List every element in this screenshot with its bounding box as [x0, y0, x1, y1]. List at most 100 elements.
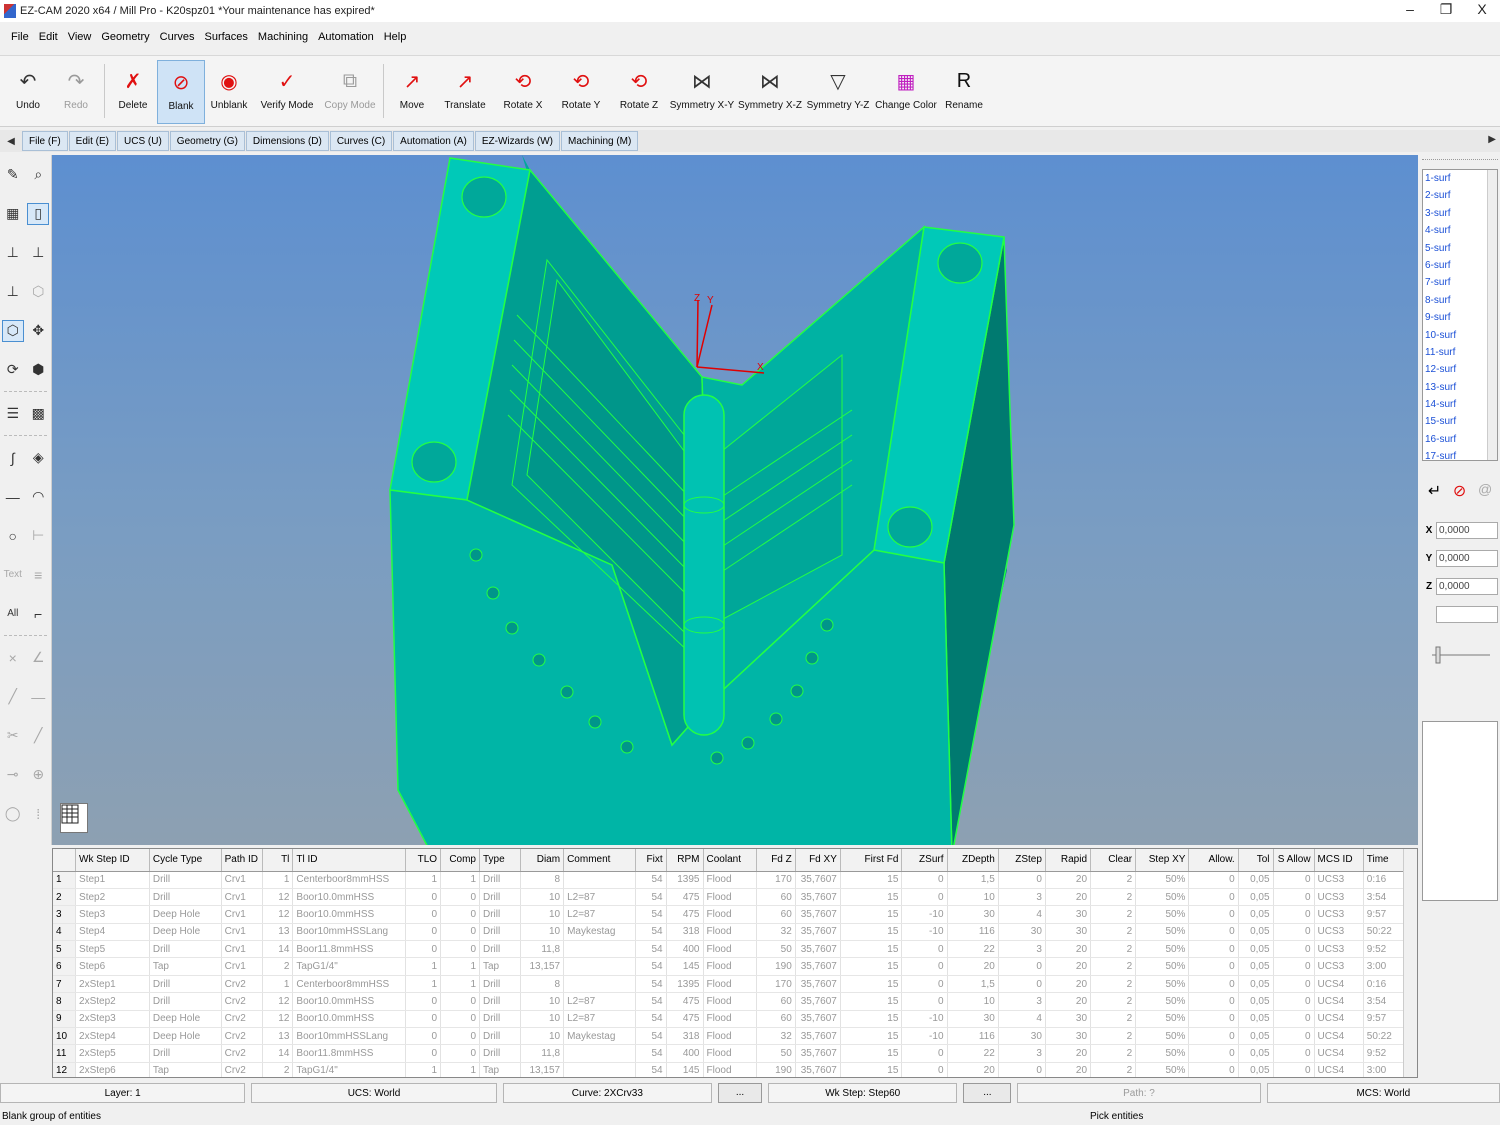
table-cell[interactable]: 50%: [1135, 1044, 1190, 1063]
column-header[interactable]: Diam: [520, 849, 565, 872]
ellipse-icon[interactable]: ◯: [2, 803, 24, 825]
table-cell[interactable]: 22: [947, 940, 999, 959]
extend-icon[interactable]: ╱: [27, 725, 49, 747]
table-cell[interactable]: 2: [1090, 1044, 1137, 1063]
table-cell[interactable]: Drill: [479, 1010, 522, 1029]
table-cell[interactable]: Boor10mmHSSLang: [292, 923, 407, 942]
view-axis-left-icon[interactable]: ⊥: [2, 242, 24, 264]
table-cell[interactable]: 35,7607: [795, 1010, 841, 1029]
blank-button[interactable]: ⊘ Blank: [157, 60, 205, 124]
tab-dimensions[interactable]: Dimensions (D): [245, 131, 329, 151]
table-cell[interactable]: 0: [901, 992, 948, 1011]
table-cell[interactable]: 2: [1090, 992, 1137, 1011]
table-cell[interactable]: 475: [666, 888, 704, 907]
table-cell[interactable]: [563, 975, 636, 994]
trim-icon[interactable]: ✂: [2, 725, 24, 747]
table-cell[interactable]: 0: [1273, 905, 1315, 924]
table-cell[interactable]: 0: [405, 1027, 442, 1046]
table-cell[interactable]: Drill: [479, 905, 522, 924]
table-cell[interactable]: Boor11.8mmHSS: [292, 1044, 407, 1063]
symmetry-y-z-button[interactable]: ▽ Symmetry Y-Z: [804, 60, 872, 124]
table-cell[interactable]: 8: [520, 975, 565, 994]
table-cell[interactable]: 4: [998, 1010, 1046, 1029]
surface-list-item[interactable]: 1-surf: [1423, 170, 1497, 187]
table-cell[interactable]: 0: [405, 1044, 442, 1063]
table-cell[interactable]: 54: [635, 940, 667, 959]
table-cell[interactable]: 0,05: [1238, 1010, 1274, 1029]
3d-viewport[interactable]: X Z Y: [52, 155, 1418, 845]
menu-edit[interactable]: Edit: [34, 28, 63, 48]
table-cell[interactable]: 0: [1188, 905, 1239, 924]
table-row[interactable]: 10 2xStep4 Deep Hole Crv2 13 Boor10mmHSSLang 0…: [53, 1027, 1406, 1046]
symmetry-x-z-button[interactable]: ⋈ Symmetry X-Z: [736, 60, 804, 124]
spline-icon[interactable]: ∫: [2, 447, 24, 469]
table-cell[interactable]: Crv1: [221, 923, 263, 942]
table-cell[interactable]: 54: [635, 1062, 667, 1077]
table-cell[interactable]: [563, 940, 636, 959]
row-number[interactable]: 6: [53, 957, 77, 976]
table-cell[interactable]: 0: [440, 1044, 480, 1063]
column-header[interactable]: Comment: [563, 849, 636, 872]
table-cell[interactable]: Flood: [703, 923, 757, 942]
table-cell[interactable]: 2: [1090, 1027, 1137, 1046]
table-cell[interactable]: 1395: [666, 975, 704, 994]
table-cell[interactable]: 54: [635, 905, 667, 924]
table-cell[interactable]: 54: [635, 1027, 667, 1046]
table-cell[interactable]: Tap: [149, 1062, 222, 1077]
tab-machining[interactable]: Machining (M): [560, 131, 639, 151]
table-cell[interactable]: 15: [840, 975, 903, 994]
path-status[interactable]: Path: ?: [1017, 1083, 1261, 1103]
surface-list-item[interactable]: 8-surf: [1423, 292, 1497, 309]
table-cell[interactable]: Flood: [703, 975, 757, 994]
table-cell[interactable]: 54: [635, 992, 667, 1011]
isometric-cube-icon[interactable]: ⬡: [1, 319, 24, 342]
table-cell[interactable]: 190: [756, 1062, 796, 1077]
table-cell[interactable]: 30: [1045, 905, 1092, 924]
table-cell[interactable]: 0,05: [1238, 957, 1274, 976]
table-cell[interactable]: 3:00: [1363, 957, 1406, 976]
table-cell[interactable]: 0:16: [1363, 975, 1406, 994]
color-grid-icon[interactable]: ▩: [27, 403, 49, 425]
table-cell[interactable]: UCS4: [1314, 992, 1364, 1011]
table-cell[interactable]: TapG1/4": [292, 1062, 407, 1077]
table-cell[interactable]: 10: [520, 888, 565, 907]
table-cell[interactable]: 0: [998, 1062, 1046, 1077]
redo-button[interactable]: ↷ Redo: [52, 60, 100, 124]
table-cell[interactable]: 0: [405, 923, 442, 942]
table-cell[interactable]: Boor11.8mmHSS: [292, 940, 407, 959]
table-cell[interactable]: UCS3: [1314, 888, 1364, 907]
table-cell[interactable]: 1: [405, 975, 442, 994]
table-cell[interactable]: Drill: [479, 871, 522, 889]
verify-mode-button[interactable]: ✓ Verify Mode: [253, 60, 321, 124]
table-cell[interactable]: 2: [262, 1062, 294, 1077]
table-cell[interactable]: 3:00: [1363, 1062, 1406, 1077]
table-cell[interactable]: 20: [1045, 957, 1092, 976]
table-cell[interactable]: TapG1/4": [292, 957, 407, 976]
table-cell[interactable]: Boor10mmHSSLang: [292, 1027, 407, 1046]
undo-button[interactable]: ↶ Undo: [4, 60, 52, 124]
table-cell[interactable]: 32: [756, 923, 796, 942]
table-cell[interactable]: -10: [901, 905, 948, 924]
table-row[interactable]: 12 2xStep6 Tap Crv2 2 TapG1/4" 1 1 Tap 13,157 54 14…: [53, 1062, 1406, 1077]
symmetry-x-y-button[interactable]: ⋈ Symmetry X-Y: [668, 60, 736, 124]
table-cell[interactable]: 3: [998, 888, 1046, 907]
column-header[interactable]: Tl: [262, 849, 294, 872]
table-cell[interactable]: 50%: [1135, 905, 1190, 924]
table-cell[interactable]: Maykestag: [563, 1027, 636, 1046]
table-cell[interactable]: 3:54: [1363, 992, 1406, 1011]
surface-list-item[interactable]: 15-surf: [1423, 413, 1497, 430]
table-cell[interactable]: 475: [666, 1010, 704, 1029]
dot-grid-icon[interactable]: ⁞: [27, 803, 49, 825]
surface-icon[interactable]: ◈: [27, 447, 49, 469]
table-cell[interactable]: 0: [998, 957, 1046, 976]
table-cell[interactable]: 35,7607: [795, 940, 841, 959]
table-cell[interactable]: 2: [1090, 940, 1137, 959]
surface-list[interactable]: 1-surf 2-surf 3-surf 4-surf 5-surf 6-surf 7-su…: [1422, 169, 1498, 461]
wireframe-cube-icon[interactable]: ⬡: [27, 281, 49, 303]
slider-thumb[interactable]: [1435, 646, 1441, 664]
table-cell[interactable]: Drill: [149, 975, 222, 994]
table-cell[interactable]: UCS4: [1314, 1044, 1364, 1063]
column-header[interactable]: ZSurf: [901, 849, 948, 872]
wkstep-status[interactable]: Wk Step: Step60: [767, 1083, 958, 1103]
table-cell[interactable]: 0,05: [1238, 871, 1274, 889]
